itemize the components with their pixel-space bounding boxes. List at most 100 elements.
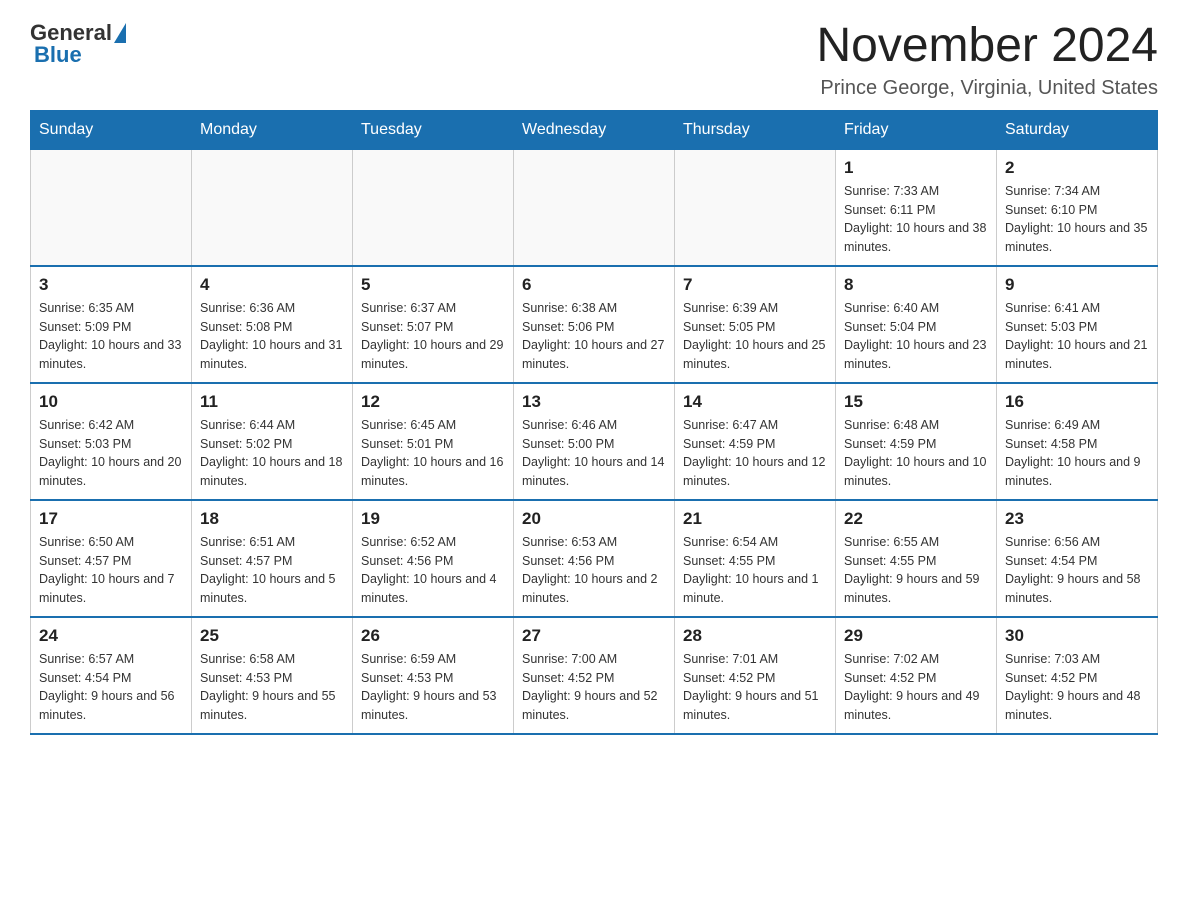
week-row-1: 1 Sunrise: 7:33 AM Sunset: 6:11 PM Daylig… bbox=[31, 149, 1158, 266]
day-cell: 29Sunrise: 7:02 AM Sunset: 4:52 PM Dayli… bbox=[836, 617, 997, 734]
day-number: 16 bbox=[1005, 392, 1149, 412]
day-number: 12 bbox=[361, 392, 505, 412]
weekday-header-saturday: Saturday bbox=[997, 110, 1158, 149]
day-cell: 26 Sunrise: 6:59 AM Sunset: 4:53 PM Dayli… bbox=[353, 617, 514, 734]
week-row-2: 3Sunrise: 6:35 AM Sunset: 5:09 PM Daylig… bbox=[31, 266, 1158, 383]
day-number: 14 bbox=[683, 392, 827, 412]
day-number: 13 bbox=[522, 392, 666, 412]
day-info: Sunrise: 6:41 AM Sunset: 5:03 PM Dayligh… bbox=[1005, 299, 1149, 374]
day-info: Sunrise: 6:49 AM Sunset: 4:58 PM Dayligh… bbox=[1005, 416, 1149, 491]
day-cell: 17 Sunrise: 6:50 AM Sunset: 4:57 PM Dayli… bbox=[31, 500, 192, 617]
day-cell: 1 Sunrise: 7:33 AM Sunset: 6:11 PM Daylig… bbox=[836, 149, 997, 266]
day-number: 8 bbox=[844, 275, 988, 295]
title-block: November 2024 Prince George, Virginia, U… bbox=[816, 20, 1158, 100]
day-number: 1 bbox=[844, 158, 988, 178]
day-cell: 23 Sunrise: 6:56 AM Sunset: 4:54 PM Dayli… bbox=[997, 500, 1158, 617]
day-info: Sunrise: 6:51 AM Sunset: 4:57 PM Dayligh… bbox=[200, 533, 344, 608]
weekday-header-sunday: Sunday bbox=[31, 110, 192, 149]
day-info: Sunrise: 7:00 AM Sunset: 4:52 PM Dayligh… bbox=[522, 650, 666, 725]
day-cell: 20 Sunrise: 6:53 AM Sunset: 4:56 PM Dayli… bbox=[514, 500, 675, 617]
calendar-table: SundayMondayTuesdayWednesdayThursdayFrid… bbox=[30, 110, 1158, 735]
page-header: General Blue November 2024 Prince George… bbox=[30, 20, 1158, 100]
day-number: 7 bbox=[683, 275, 827, 295]
day-cell bbox=[31, 149, 192, 266]
month-title: November 2024 bbox=[816, 20, 1158, 73]
day-number: 10 bbox=[39, 392, 183, 412]
day-info: Sunrise: 6:58 AM Sunset: 4:53 PM Dayligh… bbox=[200, 650, 344, 725]
day-info: Sunrise: 6:56 AM Sunset: 4:54 PM Dayligh… bbox=[1005, 533, 1149, 608]
day-number: 25 bbox=[200, 626, 344, 646]
day-number: 20 bbox=[522, 509, 666, 529]
day-cell: 25 Sunrise: 6:58 AM Sunset: 4:53 PM Dayli… bbox=[192, 617, 353, 734]
day-cell: 4Sunrise: 6:36 AM Sunset: 5:08 PM Daylig… bbox=[192, 266, 353, 383]
day-cell bbox=[675, 149, 836, 266]
day-cell: 3Sunrise: 6:35 AM Sunset: 5:09 PM Daylig… bbox=[31, 266, 192, 383]
weekday-header-thursday: Thursday bbox=[675, 110, 836, 149]
day-info: Sunrise: 7:02 AM Sunset: 4:52 PM Dayligh… bbox=[844, 650, 988, 725]
weekday-header-friday: Friday bbox=[836, 110, 997, 149]
day-number: 26 bbox=[361, 626, 505, 646]
day-info: Sunrise: 6:38 AM Sunset: 5:06 PM Dayligh… bbox=[522, 299, 666, 374]
day-cell: 7 Sunrise: 6:39 AM Sunset: 5:05 PM Daylig… bbox=[675, 266, 836, 383]
day-info: Sunrise: 6:57 AM Sunset: 4:54 PM Dayligh… bbox=[39, 650, 183, 725]
weekday-header-row: SundayMondayTuesdayWednesdayThursdayFrid… bbox=[31, 110, 1158, 149]
day-number: 24 bbox=[39, 626, 183, 646]
day-cell: 12 Sunrise: 6:45 AM Sunset: 5:01 PM Dayli… bbox=[353, 383, 514, 500]
day-info: Sunrise: 6:55 AM Sunset: 4:55 PM Dayligh… bbox=[844, 533, 988, 608]
day-number: 28 bbox=[683, 626, 827, 646]
day-info: Sunrise: 6:48 AM Sunset: 4:59 PM Dayligh… bbox=[844, 416, 988, 491]
day-cell: 8 Sunrise: 6:40 AM Sunset: 5:04 PM Daylig… bbox=[836, 266, 997, 383]
day-number: 19 bbox=[361, 509, 505, 529]
day-number: 15 bbox=[844, 392, 988, 412]
day-cell: 13 Sunrise: 6:46 AM Sunset: 5:00 PM Dayli… bbox=[514, 383, 675, 500]
day-number: 22 bbox=[844, 509, 988, 529]
day-info: Sunrise: 6:53 AM Sunset: 4:56 PM Dayligh… bbox=[522, 533, 666, 608]
day-number: 6 bbox=[522, 275, 666, 295]
day-cell: 10Sunrise: 6:42 AM Sunset: 5:03 PM Dayli… bbox=[31, 383, 192, 500]
day-info: Sunrise: 6:59 AM Sunset: 4:53 PM Dayligh… bbox=[361, 650, 505, 725]
day-cell: 14Sunrise: 6:47 AM Sunset: 4:59 PM Dayli… bbox=[675, 383, 836, 500]
day-info: Sunrise: 6:50 AM Sunset: 4:57 PM Dayligh… bbox=[39, 533, 183, 608]
day-cell: 18 Sunrise: 6:51 AM Sunset: 4:57 PM Dayli… bbox=[192, 500, 353, 617]
day-cell: 19 Sunrise: 6:52 AM Sunset: 4:56 PM Dayli… bbox=[353, 500, 514, 617]
weekday-header-tuesday: Tuesday bbox=[353, 110, 514, 149]
day-info: Sunrise: 6:39 AM Sunset: 5:05 PM Dayligh… bbox=[683, 299, 827, 374]
logo-blue-text: Blue bbox=[34, 42, 82, 68]
day-info: Sunrise: 7:01 AM Sunset: 4:52 PM Dayligh… bbox=[683, 650, 827, 725]
weekday-header-wednesday: Wednesday bbox=[514, 110, 675, 149]
day-number: 21 bbox=[683, 509, 827, 529]
week-row-3: 10Sunrise: 6:42 AM Sunset: 5:03 PM Dayli… bbox=[31, 383, 1158, 500]
day-number: 18 bbox=[200, 509, 344, 529]
day-number: 9 bbox=[1005, 275, 1149, 295]
day-number: 5 bbox=[361, 275, 505, 295]
day-info: Sunrise: 6:45 AM Sunset: 5:01 PM Dayligh… bbox=[361, 416, 505, 491]
day-cell bbox=[353, 149, 514, 266]
logo: General Blue bbox=[30, 20, 126, 68]
day-cell: 24 Sunrise: 6:57 AM Sunset: 4:54 PM Dayli… bbox=[31, 617, 192, 734]
day-number: 4 bbox=[200, 275, 344, 295]
day-cell: 11 Sunrise: 6:44 AM Sunset: 5:02 PM Dayli… bbox=[192, 383, 353, 500]
day-cell: 5Sunrise: 6:37 AM Sunset: 5:07 PM Daylig… bbox=[353, 266, 514, 383]
day-number: 3 bbox=[39, 275, 183, 295]
week-row-5: 24 Sunrise: 6:57 AM Sunset: 4:54 PM Dayli… bbox=[31, 617, 1158, 734]
day-info: Sunrise: 7:33 AM Sunset: 6:11 PM Dayligh… bbox=[844, 182, 988, 257]
day-number: 17 bbox=[39, 509, 183, 529]
day-cell: 6 Sunrise: 6:38 AM Sunset: 5:06 PM Daylig… bbox=[514, 266, 675, 383]
day-info: Sunrise: 6:46 AM Sunset: 5:00 PM Dayligh… bbox=[522, 416, 666, 491]
day-cell: 21Sunrise: 6:54 AM Sunset: 4:55 PM Dayli… bbox=[675, 500, 836, 617]
day-info: Sunrise: 6:40 AM Sunset: 5:04 PM Dayligh… bbox=[844, 299, 988, 374]
day-cell: 16 Sunrise: 6:49 AM Sunset: 4:58 PM Dayli… bbox=[997, 383, 1158, 500]
day-info: Sunrise: 7:34 AM Sunset: 6:10 PM Dayligh… bbox=[1005, 182, 1149, 257]
day-number: 30 bbox=[1005, 626, 1149, 646]
day-cell: 30Sunrise: 7:03 AM Sunset: 4:52 PM Dayli… bbox=[997, 617, 1158, 734]
day-info: Sunrise: 6:44 AM Sunset: 5:02 PM Dayligh… bbox=[200, 416, 344, 491]
day-info: Sunrise: 6:52 AM Sunset: 4:56 PM Dayligh… bbox=[361, 533, 505, 608]
day-cell: 2 Sunrise: 7:34 AM Sunset: 6:10 PM Daylig… bbox=[997, 149, 1158, 266]
day-cell: 28 Sunrise: 7:01 AM Sunset: 4:52 PM Dayli… bbox=[675, 617, 836, 734]
day-cell: 15 Sunrise: 6:48 AM Sunset: 4:59 PM Dayli… bbox=[836, 383, 997, 500]
day-cell bbox=[192, 149, 353, 266]
day-number: 23 bbox=[1005, 509, 1149, 529]
day-number: 11 bbox=[200, 392, 344, 412]
weekday-header-monday: Monday bbox=[192, 110, 353, 149]
day-number: 2 bbox=[1005, 158, 1149, 178]
